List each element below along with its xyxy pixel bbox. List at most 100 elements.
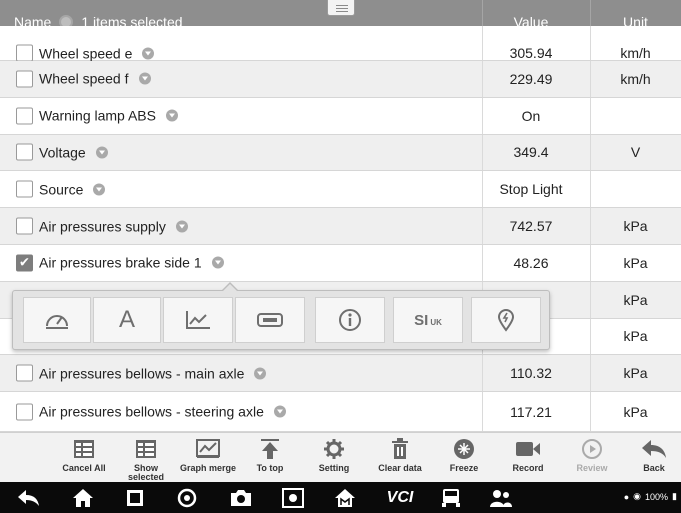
remote-user-button[interactable] (486, 487, 516, 509)
brightness-icon (282, 488, 304, 508)
row-label: Air pressures bellows - steering axle (39, 403, 264, 420)
review-button[interactable]: Review (562, 437, 622, 473)
table-row[interactable]: Voltage 349.4 V (0, 134, 681, 172)
expand-icon[interactable] (142, 47, 155, 59)
video-camera-icon (516, 442, 540, 456)
row-name-cell: ✔ Air pressures brake side 1 (16, 254, 224, 272)
arrow-up-icon (261, 439, 279, 459)
row-value: 48.26 (513, 254, 549, 271)
table-row[interactable]: Air pressures supply 742.57 kPa (0, 208, 681, 245)
back-button[interactable]: Back (626, 437, 681, 473)
clear-data-button[interactable]: Clear data (370, 437, 430, 473)
table-row[interactable]: Source Stop Light (0, 171, 681, 209)
graph-merge-icon (196, 439, 220, 458)
show-selected-button[interactable]: Show selected (116, 437, 176, 482)
column-divider (590, 171, 591, 208)
row-label: Air pressures supply (39, 218, 166, 235)
text-mode-button[interactable]: A (93, 297, 161, 343)
shortcut-home-button[interactable] (330, 487, 360, 509)
graph-mode-button[interactable] (163, 297, 233, 343)
to-top-button[interactable]: To top (240, 437, 300, 473)
truck-button[interactable] (436, 487, 466, 509)
list-icon (74, 440, 94, 458)
recents-icon (127, 490, 143, 506)
graph-merge-button[interactable]: Graph merge (178, 437, 238, 473)
row-checkbox[interactable] (16, 217, 33, 235)
browser-button[interactable] (172, 487, 202, 509)
table-row[interactable]: Air pressures bellows - main axle 110.32 k… (0, 355, 681, 393)
digital-mode-button[interactable] (235, 297, 305, 343)
nav-home-button[interactable] (68, 487, 98, 509)
record-button[interactable]: Record (498, 437, 558, 473)
row-value: 349.4 (513, 144, 549, 161)
cancel-all-label: Cancel All (62, 463, 106, 473)
table-row[interactable]: Warning lamp ABS On (0, 97, 681, 135)
gear-icon (324, 439, 344, 459)
row-unit: kPa (623, 218, 648, 235)
setting-label: Setting (318, 463, 350, 473)
brightness-button[interactable] (278, 487, 308, 509)
column-divider (590, 97, 591, 134)
digital-icon (257, 313, 283, 327)
browser-icon (177, 488, 197, 508)
display-mode-popup: A SI UK (12, 282, 550, 350)
review-label: Review (576, 463, 608, 473)
row-checkbox[interactable] (16, 180, 33, 198)
expand-icon[interactable] (93, 183, 106, 196)
back-label: Back (643, 463, 665, 473)
pull-down-handle[interactable] (327, 0, 355, 16)
graph-icon (186, 311, 210, 329)
row-label: Warning lamp ABS (39, 107, 156, 124)
table-row[interactable]: Wheel speed e 305.94 km/h (0, 26, 681, 62)
freeze-button[interactable]: Freeze (434, 437, 494, 473)
expand-icon[interactable] (211, 256, 224, 269)
expand-icon[interactable] (138, 72, 151, 85)
location-button[interactable] (471, 297, 541, 343)
row-checkbox[interactable] (16, 364, 33, 382)
row-checkbox[interactable] (16, 107, 33, 125)
row-checkbox[interactable] (16, 403, 33, 421)
play-icon (582, 439, 602, 459)
setting-button[interactable]: Setting (304, 437, 364, 473)
system-navigation-bar: VCI ● ◉ 100% ▮ (0, 482, 681, 513)
expand-icon[interactable] (95, 146, 108, 159)
to-top-label: To top (256, 463, 284, 473)
row-label: Voltage (39, 144, 86, 161)
clear-data-label: Clear data (378, 463, 422, 473)
row-unit: kPa (623, 403, 648, 420)
trash-icon (392, 438, 408, 459)
row-value: 229.49 (509, 70, 553, 87)
row-checkbox[interactable] (16, 143, 33, 161)
row-value: 742.57 (509, 218, 553, 235)
row-label: Source (39, 181, 84, 198)
nav-recents-button[interactable] (120, 487, 150, 509)
row-value: 110.32 (510, 365, 552, 382)
status-area: ● ◉ 100% ▮ (624, 491, 677, 502)
back-icon (18, 490, 39, 506)
row-checkbox[interactable] (16, 70, 33, 88)
vci-button[interactable]: VCI (380, 487, 420, 509)
camera-button[interactable] (226, 487, 256, 509)
expand-icon[interactable] (254, 367, 267, 380)
row-checkbox[interactable]: ✔ (16, 254, 33, 272)
table-row[interactable]: ✔ Air pressures brake side 1 48.26 kPa (0, 245, 681, 282)
nav-back-button[interactable] (14, 487, 44, 509)
freeze-label: Freeze (449, 463, 479, 473)
table-row[interactable]: Air pressures bellows - steering axle 117… (0, 392, 681, 432)
table-row[interactable]: Wheel speed f 229.49 km/h (0, 61, 681, 98)
info-button[interactable] (315, 297, 385, 343)
row-checkbox[interactable] (16, 44, 33, 62)
row-name-cell: Warning lamp ABS (16, 107, 178, 125)
users-icon (490, 490, 512, 507)
expand-icon[interactable] (273, 405, 286, 418)
cancel-all-button[interactable]: Cancel All (54, 437, 114, 473)
expand-icon[interactable] (175, 220, 188, 233)
row-label: Wheel speed e (39, 45, 133, 61)
row-unit: kPa (623, 328, 648, 345)
location-status-icon: ● (623, 491, 630, 502)
unit-switch-icon: SI UK (414, 311, 442, 329)
unit-switch-button[interactable]: SI UK (393, 297, 463, 343)
gauge-mode-button[interactable] (23, 297, 91, 343)
expand-icon[interactable] (165, 109, 178, 122)
row-value: Stop Light (499, 181, 563, 198)
